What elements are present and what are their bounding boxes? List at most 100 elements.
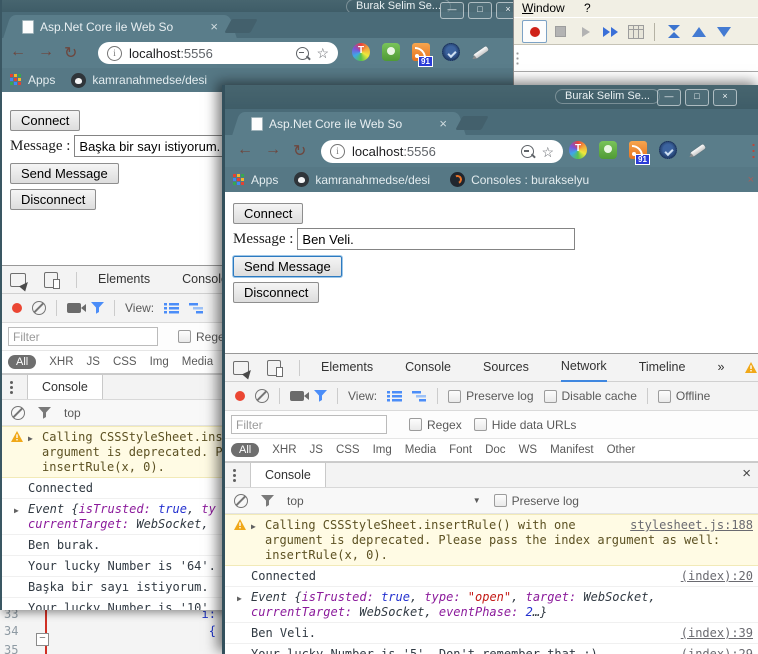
- message-input[interactable]: [74, 135, 225, 157]
- titlebar[interactable]: Burak Selim Se... — □ ×: [225, 85, 758, 109]
- source-link[interactable]: (index):20: [681, 569, 753, 584]
- disable-cache-checkbox[interactable]: Disable cache: [543, 389, 637, 403]
- filter-input[interactable]: [8, 327, 158, 346]
- clear-icon[interactable]: [32, 301, 46, 315]
- pill-css[interactable]: CSS: [336, 444, 360, 456]
- pill-other[interactable]: Other: [607, 444, 636, 456]
- drawer-close-icon[interactable]: ×: [742, 466, 751, 481]
- more-tabs-icon[interactable]: »: [717, 355, 724, 381]
- source-link[interactable]: stylesheet.js:188: [630, 518, 753, 533]
- stop-button[interactable]: [549, 21, 572, 42]
- rss-extension-icon[interactable]: 91: [412, 43, 433, 67]
- pill-all[interactable]: All: [231, 443, 260, 457]
- tab-close-icon[interactable]: ×: [210, 20, 218, 33]
- maximize-button[interactable]: □: [685, 89, 709, 106]
- collapse-button[interactable]: [662, 21, 685, 42]
- tab-close-icon[interactable]: ×: [439, 117, 447, 130]
- drawer-tab-console[interactable]: Console: [250, 463, 326, 487]
- github-icon[interactable]: [71, 72, 87, 88]
- filter-funnel-icon[interactable]: [91, 302, 104, 314]
- browser-tab[interactable]: Asp.Net Core ile Web So ×: [14, 15, 226, 38]
- record-network-icon[interactable]: [235, 391, 245, 401]
- reload-icon[interactable]: ↻: [293, 141, 306, 161]
- console-warning-count[interactable]: 1: [745, 361, 758, 375]
- message-input[interactable]: [297, 228, 576, 250]
- device-toolbar-icon[interactable]: [267, 359, 283, 377]
- source-link[interactable]: (index):29: [681, 647, 753, 654]
- settings-grid-button[interactable]: [624, 21, 647, 42]
- device-toolbar-icon[interactable]: [44, 271, 60, 289]
- move-up-button[interactable]: [687, 21, 710, 42]
- tab-network[interactable]: Network: [560, 354, 607, 382]
- back-icon[interactable]: ←: [10, 43, 26, 61]
- page-info-icon[interactable]: i: [330, 144, 345, 159]
- tab-elements[interactable]: Elements: [321, 355, 373, 381]
- pill-css[interactable]: CSS: [113, 356, 137, 368]
- colorful-extension-icon[interactable]: [569, 141, 587, 159]
- view-list-icon[interactable]: [387, 390, 403, 402]
- connect-button[interactable]: Connect: [233, 203, 304, 224]
- overflow-menu-icon[interactable]: [233, 468, 236, 482]
- pill-img[interactable]: Img: [150, 356, 169, 368]
- send-message-button[interactable]: Send Message: [233, 256, 342, 277]
- tab-timeline[interactable]: Timeline: [639, 355, 686, 381]
- pill-media[interactable]: Media: [182, 356, 213, 368]
- reload-icon[interactable]: ↻: [64, 43, 77, 63]
- clear-console-icon[interactable]: [11, 405, 25, 420]
- execution-context[interactable]: top: [287, 494, 304, 508]
- address-bar[interactable]: i localhost:5556 ☆: [321, 140, 563, 163]
- disconnect-button[interactable]: Disconnect: [233, 282, 320, 303]
- offline-checkbox[interactable]: Offline: [657, 389, 710, 403]
- pill-manifest[interactable]: Manifest: [550, 444, 593, 456]
- apps-grid-icon[interactable]: [233, 173, 245, 186]
- green-extension-icon[interactable]: [382, 43, 400, 61]
- console-filter-icon[interactable]: [38, 406, 51, 419]
- expander-icon[interactable]: ▶: [237, 591, 242, 606]
- maximize-button[interactable]: □: [468, 2, 492, 19]
- consoles-icon[interactable]: [450, 172, 466, 187]
- zoom-out-icon[interactable]: [296, 46, 310, 60]
- forward-icon[interactable]: →: [38, 43, 54, 61]
- inspect-element-icon[interactable]: [233, 360, 249, 375]
- tab-sources[interactable]: Sources: [483, 355, 529, 381]
- console-preserve-log-checkbox[interactable]: Preserve log: [493, 494, 579, 508]
- pill-xhr[interactable]: XHR: [49, 356, 73, 368]
- green-extension-icon[interactable]: [599, 141, 617, 159]
- url-text[interactable]: localhost:5556: [352, 144, 436, 159]
- titlebar[interactable]: Burak Selim Se...: [2, 0, 514, 14]
- github-icon[interactable]: [294, 172, 310, 187]
- forward-icon[interactable]: →: [265, 141, 281, 159]
- execution-context[interactable]: top: [64, 406, 81, 420]
- bookmark-star-icon[interactable]: ☆: [541, 145, 554, 159]
- filter-funnel-icon[interactable]: [314, 390, 327, 402]
- back-icon[interactable]: ←: [237, 141, 253, 159]
- bookmark-star-icon[interactable]: ☆: [316, 46, 329, 60]
- pill-font[interactable]: Font: [449, 444, 472, 456]
- source-link[interactable]: (index):39: [681, 626, 753, 641]
- pill-img[interactable]: Img: [373, 444, 392, 456]
- connect-button[interactable]: Connect: [10, 110, 81, 131]
- inspect-element-icon[interactable]: [10, 272, 26, 287]
- pen-extension-icon[interactable]: [472, 43, 492, 61]
- blue-extension-icon[interactable]: [442, 43, 460, 61]
- filter-input[interactable]: [231, 415, 387, 434]
- context-dropdown-icon[interactable]: ▼: [473, 496, 481, 505]
- address-bar[interactable]: i localhost:5556 ☆: [98, 42, 338, 64]
- overflow-menu-icon[interactable]: [10, 380, 13, 394]
- drawer-tab-console[interactable]: Console: [27, 375, 103, 399]
- preserve-log-checkbox[interactable]: Preserve log: [448, 389, 534, 403]
- blue-extension-icon[interactable]: [659, 141, 677, 159]
- tab-elements[interactable]: Elements: [98, 267, 150, 293]
- view-waterfall-icon[interactable]: [189, 302, 205, 314]
- browser-tab[interactable]: Asp.Net Core ile Web So ×: [243, 112, 455, 135]
- play-button[interactable]: [574, 21, 597, 42]
- code-fold-toggle[interactable]: –: [36, 633, 49, 646]
- bookmark-apps[interactable]: Apps: [28, 73, 55, 87]
- pen-extension-icon[interactable]: [689, 141, 709, 159]
- hide-data-urls-checkbox[interactable]: Hide data URLs: [473, 418, 576, 432]
- pane-grip[interactable]: [516, 51, 519, 67]
- rss-extension-icon[interactable]: 91: [629, 141, 650, 165]
- clear-icon[interactable]: [255, 389, 269, 403]
- pill-xhr[interactable]: XHR: [272, 444, 296, 456]
- move-down-button[interactable]: [712, 21, 735, 42]
